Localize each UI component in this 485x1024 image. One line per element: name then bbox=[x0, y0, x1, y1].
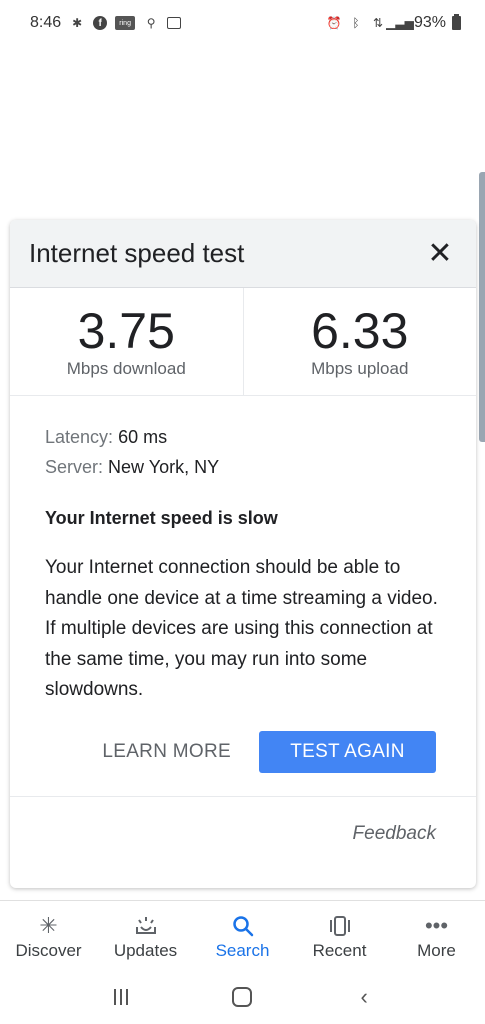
asterisk-icon: ✳ bbox=[39, 912, 58, 938]
updates-icon bbox=[134, 911, 158, 941]
details-section: Latency: 60 ms Server: New York, NY Your… bbox=[10, 396, 476, 706]
latency-line: Latency: 60 ms bbox=[45, 422, 441, 452]
upload-result: 6.33 Mbps upload bbox=[242, 288, 477, 395]
divider bbox=[10, 795, 476, 797]
card-actions: LEARN MORE TEST AGAIN bbox=[10, 730, 476, 774]
ring-app-icon: ring bbox=[115, 16, 136, 30]
download-value: 3.75 bbox=[77, 302, 175, 359]
nav-label: Recent bbox=[312, 940, 367, 960]
download-result: 3.75 Mbps download bbox=[10, 288, 243, 395]
battery-percent: 93% bbox=[413, 14, 446, 31]
nav-label: Updates bbox=[113, 940, 178, 960]
status-left: 8:46 ✱ f ring ⚲ bbox=[30, 14, 182, 32]
nav-label: Search bbox=[215, 940, 270, 960]
speed-test-card: Internet speed test ✕ 3.75 Mbps download… bbox=[10, 220, 476, 888]
card-title: Internet speed test bbox=[29, 238, 245, 268]
speed-description: Your Internet connection should be able … bbox=[45, 557, 438, 700]
bottom-nav: ✳ Discover Updates Search Recent ••• Mor… bbox=[0, 900, 485, 970]
home-button[interactable] bbox=[222, 977, 262, 1017]
battery-icon bbox=[452, 14, 461, 30]
search-icon bbox=[231, 911, 255, 941]
nav-more[interactable]: ••• More bbox=[392, 911, 482, 961]
feedback-link[interactable]: Feedback bbox=[10, 823, 476, 845]
nbc-news-icon: ✱ bbox=[72, 16, 83, 30]
gallery-icon bbox=[167, 17, 182, 29]
server-label: Server: bbox=[45, 457, 104, 477]
recent-icon bbox=[328, 911, 352, 941]
upload-value: 6.33 bbox=[311, 302, 409, 359]
server-line: Server: New York, NY bbox=[45, 452, 441, 482]
more-icon: ••• bbox=[424, 912, 449, 938]
data-transfer-icon: ⇅ bbox=[372, 16, 383, 30]
nav-label: More bbox=[417, 940, 456, 960]
nav-search[interactable]: Search bbox=[198, 911, 288, 961]
back-icon: ‹ bbox=[360, 984, 368, 1009]
recents-button[interactable] bbox=[101, 977, 141, 1017]
home-icon bbox=[232, 987, 253, 1007]
speed-verdict: Your Internet speed is slow bbox=[45, 508, 278, 528]
status-time: 8:46 bbox=[30, 14, 62, 31]
scroll-indicator[interactable] bbox=[479, 172, 485, 442]
speed-results: 3.75 Mbps download 6.33 Mbps upload bbox=[10, 288, 476, 396]
download-unit: Mbps download bbox=[66, 358, 186, 378]
latency-value: 60 ms bbox=[118, 427, 168, 447]
card-header: Internet speed test ✕ bbox=[10, 220, 476, 288]
upload-unit: Mbps upload bbox=[311, 358, 409, 378]
recents-icon bbox=[113, 989, 128, 1005]
learn-more-button[interactable]: LEARN MORE bbox=[102, 741, 231, 763]
nav-discover[interactable]: ✳ Discover bbox=[4, 911, 94, 961]
signal-icon: ▁▃▅ bbox=[386, 16, 414, 30]
status-bar: 8:46 ✱ f ring ⚲ ⏰ ᛒ ⇅ ▁▃▅ 93% bbox=[0, 0, 485, 46]
back-button[interactable]: ‹ bbox=[344, 977, 384, 1017]
status-right: ⏰ ᛒ ⇅ ▁▃▅ 93% bbox=[326, 14, 461, 32]
nav-updates[interactable]: Updates bbox=[101, 911, 191, 961]
bluetooth-icon: ᛒ bbox=[352, 16, 360, 30]
server-value: New York, NY bbox=[108, 457, 220, 477]
close-button[interactable]: ✕ bbox=[424, 237, 456, 270]
latency-label: Latency: bbox=[45, 427, 114, 447]
test-again-button[interactable]: TEST AGAIN bbox=[259, 730, 436, 773]
close-icon: ✕ bbox=[427, 237, 453, 270]
alarm-icon: ⏰ bbox=[326, 16, 342, 30]
facebook-icon: f bbox=[93, 16, 108, 30]
nav-label: Discover bbox=[15, 940, 82, 960]
nav-recent[interactable]: Recent bbox=[295, 911, 385, 961]
system-nav: ‹ bbox=[0, 970, 485, 1024]
link-icon: ⚲ bbox=[146, 16, 156, 30]
